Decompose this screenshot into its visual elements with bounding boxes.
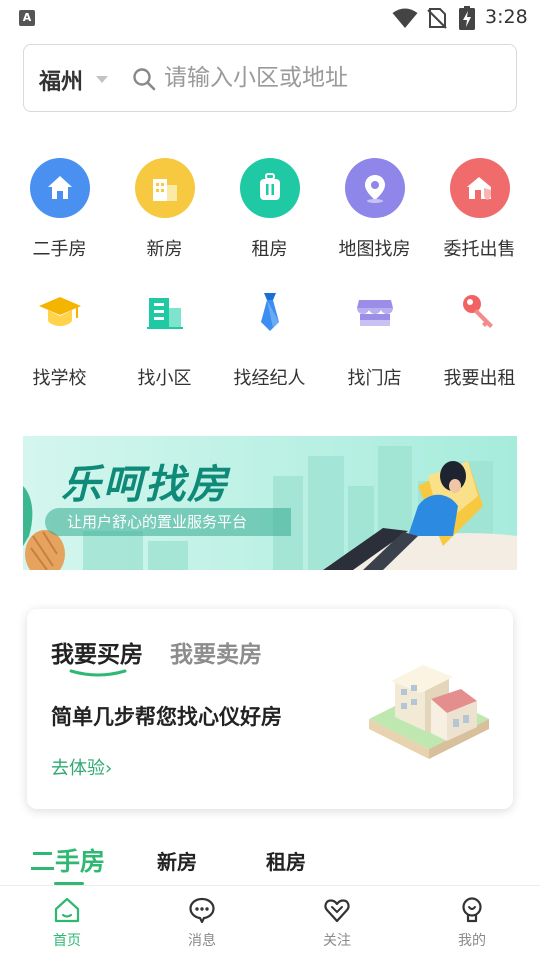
tie-icon bbox=[240, 282, 300, 342]
tab-sell-house[interactable]: 我要卖房 bbox=[170, 635, 262, 669]
city-selector[interactable]: 福州 bbox=[39, 64, 83, 96]
apartment-icon bbox=[135, 282, 195, 342]
banner-title: 乐呵找房 bbox=[61, 462, 229, 508]
tab-buy-house[interactable]: 我要买房 bbox=[51, 635, 143, 669]
promo-banner[interactable]: 乐呵找房 让用户舒心的置业服务平台 bbox=[23, 436, 517, 570]
nav-messages[interactable]: 消息 bbox=[162, 896, 242, 950]
luggage-icon bbox=[239, 158, 300, 218]
category-entrust-sale[interactable]: 委托出售 bbox=[427, 158, 532, 261]
heart-icon bbox=[324, 899, 350, 923]
category-map-search[interactable]: 地图找房 bbox=[322, 158, 427, 261]
category-label: 新房 bbox=[146, 239, 183, 260]
nav-home[interactable]: 首页 bbox=[27, 896, 107, 950]
category-find-agent[interactable]: 找经纪人 bbox=[217, 282, 322, 390]
category-second-hand[interactable]: 二手房 bbox=[7, 158, 112, 261]
search-input[interactable] bbox=[164, 61, 494, 95]
category-label: 找门店 bbox=[347, 368, 402, 389]
buy-sell-card: 我要买房 我要卖房 简单几步帮您找心仪好房 去体验› bbox=[27, 609, 513, 809]
try-it-label: 去体验 bbox=[51, 758, 105, 779]
category-label: 地图找房 bbox=[338, 239, 411, 260]
category-label: 我要出租 bbox=[443, 368, 516, 389]
category-label: 租房 bbox=[251, 239, 288, 260]
bottom-navigation: 首页 消息 关注 我的 bbox=[0, 885, 540, 960]
nav-label: 关注 bbox=[323, 933, 351, 949]
tab-active-underline bbox=[69, 669, 127, 677]
building-icon bbox=[134, 158, 195, 218]
battery-charging-icon bbox=[459, 6, 475, 30]
tab-new-house[interactable]: 新房 bbox=[157, 846, 197, 875]
storefront-icon bbox=[345, 282, 405, 342]
home-icon bbox=[54, 897, 80, 923]
search-icon bbox=[133, 68, 156, 91]
chevron-down-icon[interactable] bbox=[96, 76, 108, 83]
search-bar[interactable]: 福州 bbox=[23, 44, 517, 112]
card-headline: 简单几步帮您找心仪好房 bbox=[51, 705, 282, 729]
category-label: 二手房 bbox=[32, 239, 87, 260]
graduation-cap-icon bbox=[30, 282, 90, 342]
category-rent[interactable]: 租房 bbox=[217, 158, 322, 261]
category-rent-out[interactable]: 我要出租 bbox=[427, 282, 532, 390]
tab-second-hand[interactable]: 二手房 bbox=[30, 842, 105, 878]
category-find-school[interactable]: 找学校 bbox=[7, 282, 112, 390]
category-find-community[interactable]: 找小区 bbox=[112, 282, 217, 390]
nav-follow[interactable]: 关注 bbox=[297, 896, 377, 950]
key-icon bbox=[450, 282, 510, 342]
app-notification-icon: A bbox=[19, 10, 35, 26]
house-icon bbox=[29, 158, 90, 218]
nav-label: 消息 bbox=[188, 933, 216, 949]
banner-subtitle: 让用户舒心的置业服务平台 bbox=[67, 513, 248, 531]
map-pin-icon bbox=[344, 158, 405, 218]
nav-label: 首页 bbox=[53, 933, 81, 949]
profile-icon bbox=[462, 897, 482, 923]
status-bar: A 3:28 bbox=[0, 0, 540, 38]
nav-label: 我的 bbox=[458, 933, 486, 949]
category-label: 找小区 bbox=[137, 368, 192, 389]
no-sim-icon bbox=[427, 8, 447, 29]
chevron-right-icon: › bbox=[105, 758, 113, 779]
category-new-house[interactable]: 新房 bbox=[112, 158, 217, 261]
message-icon bbox=[189, 897, 215, 924]
category-label: 找经纪人 bbox=[233, 368, 306, 389]
house-illustration bbox=[369, 665, 489, 759]
house-shield-icon bbox=[449, 158, 510, 218]
category-label: 找学校 bbox=[32, 368, 87, 389]
status-time: 3:28 bbox=[485, 6, 528, 28]
wifi-icon bbox=[392, 8, 418, 28]
tab-rent[interactable]: 租房 bbox=[266, 846, 306, 875]
try-it-link[interactable]: 去体验› bbox=[51, 754, 112, 780]
category-find-store[interactable]: 找门店 bbox=[322, 282, 427, 390]
nav-profile[interactable]: 我的 bbox=[432, 896, 512, 950]
category-label: 委托出售 bbox=[443, 239, 516, 260]
